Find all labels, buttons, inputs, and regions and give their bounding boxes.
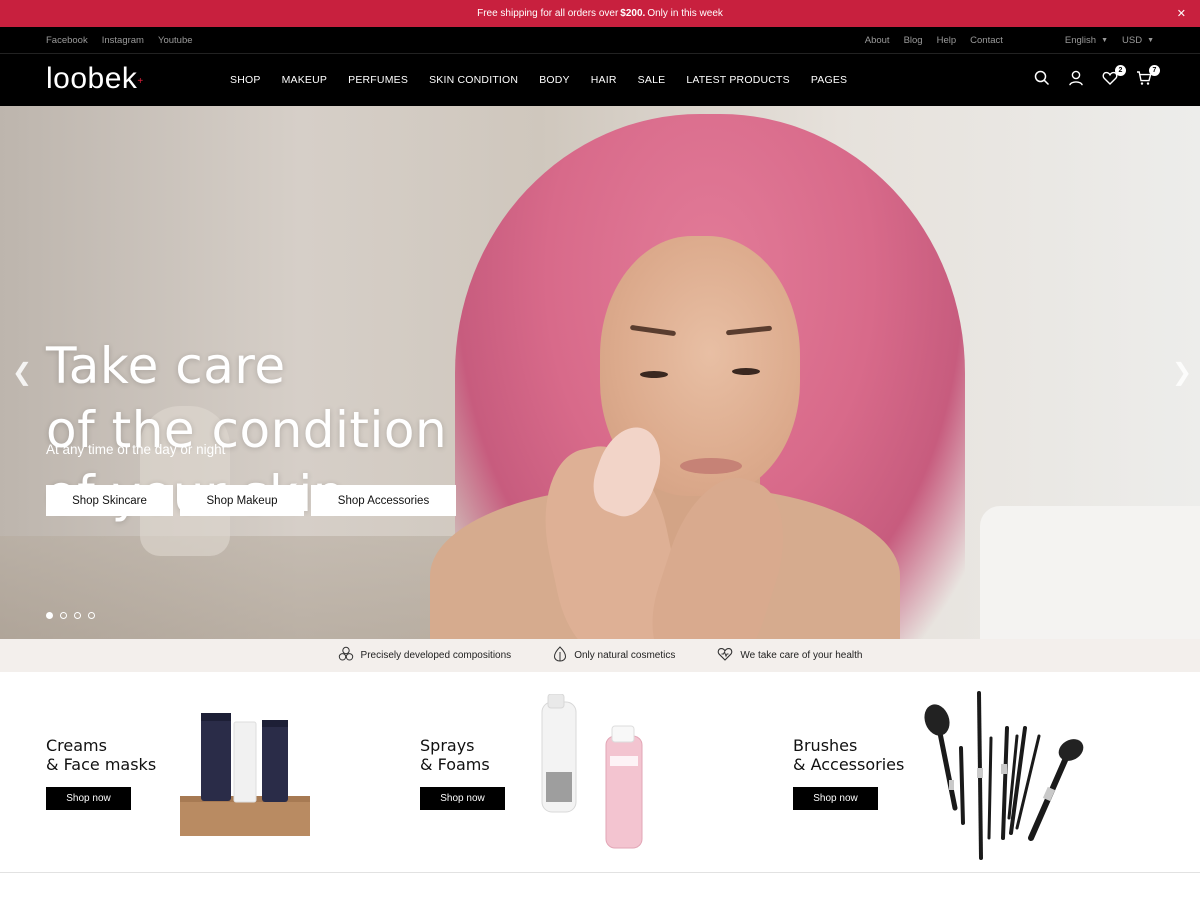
link-help[interactable]: Help bbox=[937, 35, 957, 46]
social-link-instagram[interactable]: Instagram bbox=[102, 35, 144, 46]
hero-model-lips bbox=[680, 458, 742, 474]
utility-bar: Facebook Instagram Youtube About Blog He… bbox=[0, 27, 1200, 54]
menu-item-sale[interactable]: SALE bbox=[638, 74, 666, 86]
menu-item-hair[interactable]: HAIR bbox=[591, 74, 617, 86]
announcement-note: Only in this week bbox=[647, 8, 723, 19]
hero-headline-line: Take care bbox=[46, 337, 286, 395]
wishlist-count-badge: 2 bbox=[1115, 65, 1126, 76]
shop-makeup-button[interactable]: Shop Makeup bbox=[180, 485, 304, 516]
header-icons: 2 7 bbox=[1034, 65, 1160, 88]
category-title-line: & Accessories bbox=[793, 755, 905, 774]
menu-item-body[interactable]: BODY bbox=[539, 74, 570, 86]
menu-item-makeup[interactable]: MAKEUP bbox=[282, 74, 328, 86]
slider-dot-4[interactable] bbox=[88, 612, 95, 619]
molecule-icon bbox=[338, 646, 354, 665]
slider-next-icon[interactable]: ❯ bbox=[1172, 358, 1192, 387]
category-banners: Creams & Face masks Shop now Sprays & Fo… bbox=[0, 672, 1200, 872]
logo-mark: + bbox=[137, 76, 144, 87]
category-title-line: Brushes bbox=[793, 736, 858, 755]
feature-label: Only natural cosmetics bbox=[574, 650, 676, 661]
brushes-product-image bbox=[924, 691, 1084, 860]
social-links: Facebook Instagram Youtube bbox=[46, 35, 193, 46]
main-menu: SHOP MAKEUP PERFUMES SKIN CONDITION BODY… bbox=[230, 74, 847, 86]
feature-label: Precisely developed compositions bbox=[360, 650, 512, 661]
heart-icon bbox=[717, 646, 733, 665]
currency-select[interactable]: USD ▼ bbox=[1122, 35, 1154, 46]
language-value: English bbox=[1064, 35, 1097, 46]
currency-value: USD bbox=[1122, 35, 1143, 46]
main-header: loobek+ SHOP MAKEUP PERFUMES SKIN CONDIT… bbox=[0, 54, 1200, 106]
social-link-facebook[interactable]: Facebook bbox=[46, 35, 88, 46]
category-title-line: Creams bbox=[46, 736, 107, 755]
feature-item: We take care of your health bbox=[717, 646, 862, 665]
link-contact[interactable]: Contact bbox=[970, 35, 1003, 46]
hero-slider: Take care of the condition of your skin … bbox=[0, 106, 1200, 639]
menu-item-latest-products[interactable]: LATEST PRODUCTS bbox=[686, 74, 790, 86]
slider-dot-1[interactable] bbox=[46, 612, 53, 619]
category-title-line: Sprays bbox=[420, 736, 475, 755]
announcement-amount: $200. bbox=[620, 8, 646, 19]
hero-model-eye bbox=[640, 371, 668, 378]
chevron-down-icon: ▼ bbox=[1147, 37, 1154, 44]
language-select[interactable]: English ▼ bbox=[1065, 35, 1108, 46]
category-card-creams[interactable]: Creams & Face masks Shop now bbox=[46, 672, 419, 872]
category-title: Sprays & Foams bbox=[420, 736, 490, 774]
shop-accessories-button[interactable]: Shop Accessories bbox=[311, 485, 456, 516]
hero-model-eye bbox=[732, 368, 760, 375]
social-link-youtube[interactable]: Youtube bbox=[158, 35, 193, 46]
announcement-text: Free shipping for all orders over bbox=[477, 8, 619, 19]
feature-label: We take care of your health bbox=[740, 650, 863, 661]
menu-item-skin-condition[interactable]: SKIN CONDITION bbox=[429, 74, 518, 86]
slider-dot-3[interactable] bbox=[74, 612, 81, 619]
cart-count-badge: 7 bbox=[1149, 65, 1160, 76]
category-title-line: & Face masks bbox=[46, 755, 157, 774]
utility-links: About Blog Help Contact English ▼ USD ▼ bbox=[865, 35, 1154, 46]
sprays-product-image bbox=[541, 694, 643, 849]
close-icon[interactable]: ✕ bbox=[1177, 7, 1186, 20]
slider-prev-icon[interactable]: ❮ bbox=[12, 358, 32, 387]
cart-icon[interactable]: 7 bbox=[1136, 65, 1160, 88]
slider-dots bbox=[46, 612, 95, 619]
shop-skincare-button[interactable]: Shop Skincare bbox=[46, 485, 173, 516]
announcement-bar: Free shipping for all orders over $200. … bbox=[0, 0, 1200, 27]
link-blog[interactable]: Blog bbox=[904, 35, 923, 46]
logo[interactable]: loobek+ bbox=[46, 62, 144, 96]
logo-text: loobek bbox=[46, 62, 138, 95]
search-icon[interactable] bbox=[1034, 70, 1052, 88]
shop-now-button[interactable]: Shop now bbox=[46, 787, 131, 810]
category-card-sprays[interactable]: Sprays & Foams Shop now bbox=[420, 672, 793, 872]
category-title: Brushes & Accessories bbox=[793, 736, 904, 774]
category-title-line: & Foams bbox=[420, 755, 490, 774]
hero-subtitle: At any time of the day or night bbox=[46, 442, 226, 457]
creams-product-image bbox=[180, 713, 310, 836]
wishlist-icon[interactable]: 2 bbox=[1102, 65, 1126, 88]
hero-buttons: Shop Skincare Shop Makeup Shop Accessori… bbox=[46, 485, 456, 516]
shop-now-button[interactable]: Shop now bbox=[793, 787, 878, 810]
menu-item-perfumes[interactable]: PERFUMES bbox=[348, 74, 408, 86]
link-about[interactable]: About bbox=[865, 35, 890, 46]
category-title: Creams & Face masks bbox=[46, 736, 156, 774]
category-card-brushes[interactable]: Brushes & Accessories Shop now bbox=[793, 672, 1166, 872]
shop-now-button[interactable]: Shop now bbox=[420, 787, 505, 810]
slider-dot-2[interactable] bbox=[60, 612, 67, 619]
features-strip: Precisely developed compositions Only na… bbox=[0, 639, 1200, 672]
section-divider bbox=[0, 872, 1200, 873]
feature-item: Only natural cosmetics bbox=[553, 646, 675, 665]
hero-background-shelf bbox=[0, 536, 470, 639]
chevron-down-icon: ▼ bbox=[1101, 37, 1108, 44]
leaf-drop-icon bbox=[553, 646, 567, 665]
hero-background-bed bbox=[980, 506, 1200, 639]
menu-item-pages[interactable]: PAGES bbox=[811, 74, 847, 86]
menu-item-shop[interactable]: SHOP bbox=[230, 74, 261, 86]
account-icon[interactable] bbox=[1068, 70, 1086, 88]
feature-item: Precisely developed compositions bbox=[338, 646, 512, 665]
